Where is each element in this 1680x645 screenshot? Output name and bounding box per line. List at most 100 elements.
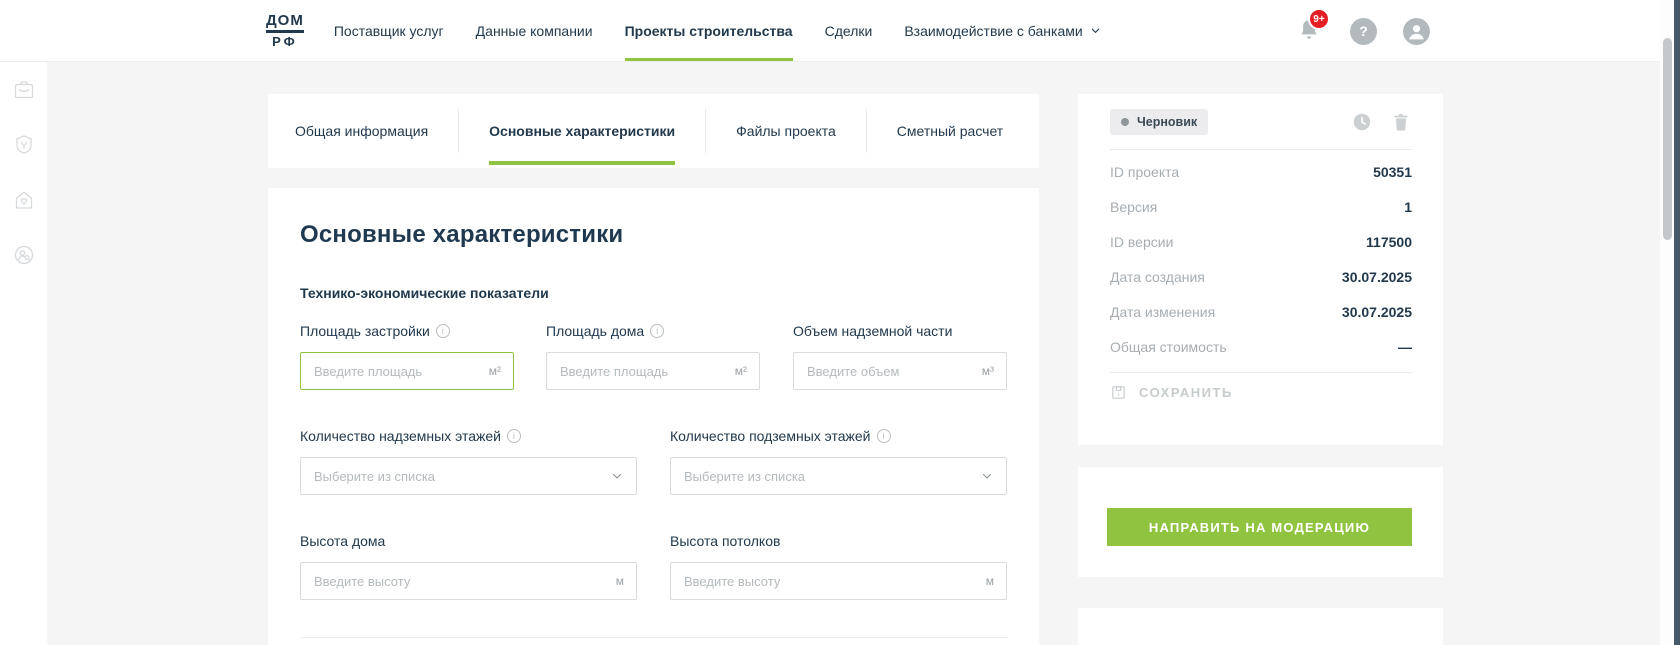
build-area-field-group: Площадь застройки i м² bbox=[300, 323, 514, 390]
save-disk-icon bbox=[1110, 384, 1127, 401]
meta-row-version-id: ID версии 117500 bbox=[1110, 224, 1412, 259]
meta-label: Дата создания bbox=[1110, 269, 1205, 285]
nav-item-construction-projects[interactable]: Проекты строительства bbox=[609, 0, 809, 61]
tab-estimate[interactable]: Сметный расчет bbox=[867, 94, 1033, 168]
nav-item-services[interactable]: Поставщик услуг bbox=[318, 0, 460, 61]
field-label: Высота потолков bbox=[670, 533, 1007, 549]
info-icon[interactable]: i bbox=[650, 324, 664, 338]
tab-general-info[interactable]: Общая информация bbox=[268, 94, 458, 168]
header-actions: 9+ ? bbox=[1296, 0, 1430, 62]
nav-item-bank-interaction[interactable]: Взаимодействие с банками bbox=[888, 0, 1116, 61]
tab-main-characteristics[interactable]: Основные характеристики bbox=[459, 94, 705, 168]
meta-value: 50351 bbox=[1373, 164, 1412, 180]
section-divider bbox=[300, 637, 1007, 638]
label-text: Площадь дома bbox=[546, 323, 644, 339]
section-title: Технико-экономические показатели bbox=[300, 285, 549, 301]
panel-divider bbox=[1110, 372, 1412, 373]
meta-label: ID проекта bbox=[1110, 164, 1179, 180]
label-text: Высота дома bbox=[300, 533, 385, 549]
info-icon[interactable]: i bbox=[507, 429, 521, 443]
house-area-field-group: Площадь дома i м² bbox=[546, 323, 760, 390]
save-label: СОХРАНИТЬ bbox=[1139, 385, 1233, 400]
meta-label: Дата изменения bbox=[1110, 304, 1215, 320]
house-area-input-box: м² bbox=[546, 352, 760, 390]
house-heart-icon[interactable] bbox=[12, 188, 36, 212]
domrf-logo[interactable]: ДОМ РФ bbox=[266, 12, 304, 49]
meta-row-project-id: ID проекта 50351 bbox=[1110, 154, 1412, 189]
house-height-input[interactable] bbox=[301, 563, 636, 599]
floors-above-select[interactable]: Выберите из списка bbox=[300, 457, 637, 495]
select-placeholder: Выберите из списка bbox=[314, 469, 435, 484]
info-icon[interactable]: i bbox=[436, 324, 450, 338]
notifications-button[interactable]: 9+ bbox=[1296, 16, 1324, 46]
label-text: Количество надземных этажей bbox=[300, 428, 501, 444]
history-clock-icon[interactable] bbox=[1351, 111, 1373, 133]
house-height-input-box: м bbox=[300, 562, 637, 600]
select-placeholder: Выберите из списка bbox=[684, 469, 805, 484]
floors-below-select[interactable]: Выберите из списка bbox=[670, 457, 1007, 495]
app-screen: ДОМ РФ Поставщик услуг Данные компании П… bbox=[0, 0, 1680, 645]
left-sidebar bbox=[0, 62, 47, 645]
field-label: Площадь дома i bbox=[546, 323, 760, 339]
meta-row-total-cost: Общая стоимость — bbox=[1110, 329, 1412, 364]
label-text: Площадь застройки bbox=[300, 323, 430, 339]
build-area-input-box: м² bbox=[300, 352, 514, 390]
panel-actions bbox=[1351, 111, 1412, 133]
ceiling-height-input[interactable] bbox=[671, 563, 1006, 599]
panel-divider bbox=[1110, 149, 1412, 150]
profile-button[interactable] bbox=[1403, 18, 1430, 45]
nav-item-deals[interactable]: Сделки bbox=[809, 0, 889, 61]
nav-label: Взаимодействие с банками bbox=[904, 23, 1082, 39]
meta-row-modified-date: Дата изменения 30.07.2025 bbox=[1110, 294, 1412, 329]
floors-below-field-group: Количество подземных этажей i Выберите и… bbox=[670, 428, 1007, 495]
scrollbar-thumb[interactable] bbox=[1663, 38, 1672, 240]
meta-value: 30.07.2025 bbox=[1342, 304, 1412, 320]
field-label: Площадь застройки i bbox=[300, 323, 514, 339]
house-area-input[interactable] bbox=[547, 353, 759, 389]
nav-item-company-data[interactable]: Данные компании bbox=[460, 0, 609, 61]
save-button[interactable]: СОХРАНИТЬ bbox=[1110, 384, 1233, 401]
meta-value: — bbox=[1398, 339, 1412, 355]
chevron-down-icon bbox=[1090, 25, 1101, 36]
info-icon[interactable]: i bbox=[877, 429, 891, 443]
notification-badge: 9+ bbox=[1308, 8, 1330, 30]
meta-label: Общая стоимость bbox=[1110, 339, 1227, 355]
project-tabs: Общая информация Основные характеристики… bbox=[268, 94, 1039, 168]
help-button[interactable]: ? bbox=[1350, 18, 1377, 45]
volume-above-input-box: м³ bbox=[793, 352, 1007, 390]
draft-status-dot bbox=[1121, 118, 1129, 126]
logo-line2: РФ bbox=[266, 34, 304, 49]
briefcase-icon[interactable] bbox=[12, 78, 36, 102]
tab-label: Общая информация bbox=[295, 123, 428, 139]
trash-icon[interactable] bbox=[1390, 111, 1412, 133]
status-label: Черновик bbox=[1137, 115, 1197, 129]
project-meta-list: ID проекта 50351 Версия 1 ID версии 1175… bbox=[1110, 154, 1412, 364]
main-characteristics-form: Основные характеристики Технико-экономич… bbox=[268, 188, 1039, 645]
field-label: Количество подземных этажей i bbox=[670, 428, 1007, 444]
send-to-moderation-button[interactable]: НАПРАВИТЬ НА МОДЕРАЦИЮ bbox=[1107, 508, 1412, 546]
browser-edge-strip bbox=[1674, 0, 1680, 645]
meta-row-created-date: Дата создания 30.07.2025 bbox=[1110, 259, 1412, 294]
meta-label: ID версии bbox=[1110, 234, 1173, 250]
person-search-icon[interactable] bbox=[12, 243, 36, 267]
volume-above-input[interactable] bbox=[794, 353, 1006, 389]
tab-label: Основные характеристики bbox=[489, 123, 675, 139]
chevron-down-icon bbox=[611, 470, 623, 482]
bottom-card-partial bbox=[1078, 608, 1443, 645]
meta-value: 117500 bbox=[1366, 234, 1412, 250]
tab-project-files[interactable]: Файлы проекта bbox=[706, 94, 866, 168]
ceiling-height-input-box: м bbox=[670, 562, 1007, 600]
build-area-input[interactable] bbox=[301, 353, 513, 389]
logo-line1: ДОМ bbox=[266, 12, 304, 33]
floors-above-field-group: Количество надземных этажей i Выберите и… bbox=[300, 428, 637, 495]
shield-icon[interactable] bbox=[12, 133, 36, 157]
tab-label: Файлы проекта bbox=[736, 123, 836, 139]
house-height-field-group: Высота дома м bbox=[300, 533, 637, 600]
meta-value: 1 bbox=[1404, 199, 1412, 215]
ceiling-height-field-group: Высота потолков м bbox=[670, 533, 1007, 600]
page-title: Основные характеристики bbox=[300, 221, 623, 249]
nav-label: Поставщик услуг bbox=[334, 23, 444, 39]
meta-row-version: Версия 1 bbox=[1110, 189, 1412, 224]
nav-label: Данные компании bbox=[476, 23, 593, 39]
top-header: ДОМ РФ Поставщик услуг Данные компании П… bbox=[0, 0, 1660, 62]
